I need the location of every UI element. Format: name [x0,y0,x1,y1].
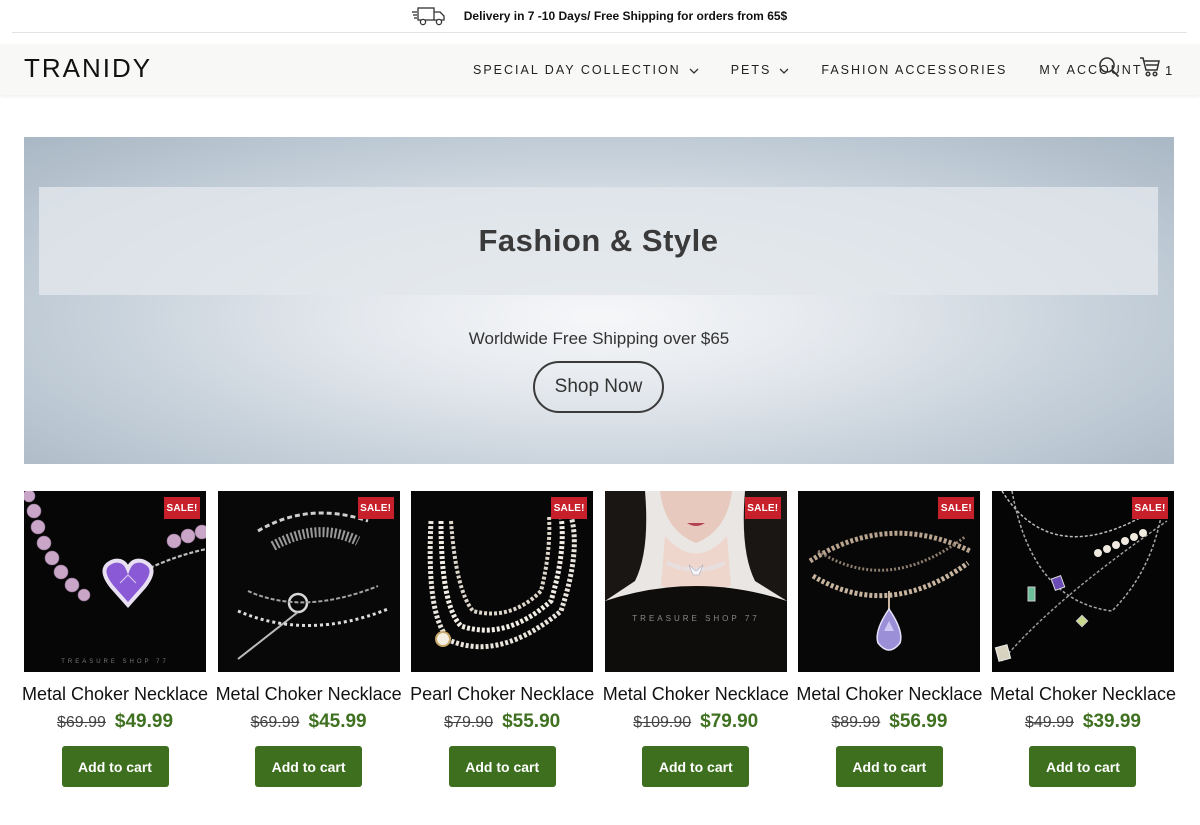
sale-price: $79.90 [700,711,759,732]
site-header: TRANIDY SPECIAL DAY COLLECTION PETS FASH… [0,44,1200,95]
product-title[interactable]: Pearl Choker Necklace [410,684,594,705]
cart-icon[interactable] [1139,56,1161,83]
sale-badge: SALE! [744,497,781,519]
nav-item-label: FASHION ACCESSORIES [821,62,1008,77]
old-price: $109.90 [633,714,692,731]
product-card: TREASURE SHOP 77 SALE! Metal Choker Neck… [22,491,208,787]
product-image[interactable]: TREASURE SHOP 77 SALE! [24,491,206,672]
cart-count: 1 [1165,63,1173,78]
sale-badge: SALE! [357,497,394,519]
product-title[interactable]: Metal Choker Necklace [22,684,208,705]
sale-price: $45.99 [308,711,367,732]
sale-badge: SALE! [1131,497,1168,519]
price-row: $89.99 $56.99 [831,711,947,733]
price-row: $109.90 $79.90 [633,711,758,733]
hero-subtitle: Worldwide Free Shipping over $65 [468,329,730,348]
product-image[interactable]: SALE! [411,491,594,672]
hero-title-band: Fashion & Style [39,187,1158,295]
sale-badge: SALE! [938,497,975,519]
product-image[interactable]: SALE! [798,491,981,672]
main-nav: SPECIAL DAY COLLECTION PETS FASHION ACCE… [473,44,1174,95]
nav-item-pets[interactable]: PETS [731,63,790,77]
sale-price: $56.99 [889,711,948,732]
product-grid: TREASURE SHOP 77 SALE! Metal Choker Neck… [22,491,1176,787]
product-image[interactable]: TREASURE SHOP 77 SALE! [604,491,787,672]
search-icon[interactable] [1098,56,1120,83]
product-image[interactable]: SALE! [217,491,400,672]
price-row: $69.99 $45.99 [251,711,367,733]
old-price: $49.99 [1024,714,1074,731]
add-to-cart-button[interactable]: Add to cart [61,746,169,787]
price-row: $49.99 $39.99 [1025,711,1141,733]
nav-item-label: MY ACCOUNT [1039,62,1143,77]
old-price: $69.99 [56,714,106,731]
hero-banner: Fashion & Style Worldwide Free Shipping … [24,137,1174,464]
add-to-cart-button[interactable]: Add to cart [255,746,363,787]
svg-text:TREASURE SHOP 77: TREASURE SHOP 77 [61,659,169,665]
product-title[interactable]: Metal Choker Necklace [990,684,1176,705]
product-title[interactable]: Metal Choker Necklace [603,684,789,705]
product-card: SALE! Metal Choker Necklace $69.99 $45.9… [216,491,402,787]
site-logo[interactable]: TRANIDY [24,53,152,84]
sale-badge: SALE! [164,497,200,519]
nav-item-special-day-collection[interactable]: SPECIAL DAY COLLECTION [473,63,699,77]
nav-item-label: SPECIAL DAY COLLECTION [473,62,681,77]
add-to-cart-button[interactable]: Add to cart [448,746,556,787]
price-row: $79.90 $55.90 [444,711,560,733]
product-card: SALE! Pearl Choker Necklace $79.90 $55.9… [410,491,594,787]
nav-item-fashion-accessories[interactable]: FASHION ACCESSORIES [821,63,1007,77]
product-title[interactable]: Metal Choker Necklace [796,684,982,705]
delivery-truck-icon [411,5,446,27]
sale-price: $49.99 [114,711,174,732]
old-price: $79.90 [444,714,494,731]
product-title[interactable]: Metal Choker Necklace [216,684,402,705]
sale-badge: SALE! [551,497,588,519]
svg-text:TREASURE SHOP 77: TREASURE SHOP 77 [632,614,759,623]
sale-price: $39.99 [1082,711,1141,732]
nav-item-label: PETS [730,62,772,77]
announcement-bar: Delivery in 7 -10 Days/ Free Shipping fo… [12,0,1187,33]
add-to-cart-button[interactable]: Add to cart [642,746,750,787]
price-row: $69.99 $49.99 [57,711,173,733]
product-card: SALE! Metal Choker Necklace $49.99 $39.9… [990,491,1176,787]
hero-title: Fashion & Style [478,223,719,258]
chevron-down-icon [779,63,789,77]
product-card: SALE! Metal Choker Necklace $89.99 $56.9… [796,491,982,787]
add-to-cart-button[interactable]: Add to cart [835,746,943,787]
sale-price: $55.90 [502,711,561,732]
chevron-down-icon [689,63,699,77]
old-price: $89.99 [831,714,881,731]
shop-now-button[interactable]: Shop Now [533,361,664,413]
old-price: $69.99 [250,714,300,731]
nav-item-my-account[interactable]: MY ACCOUNT [1039,63,1142,77]
product-card: TREASURE SHOP 77 SALE! Metal Choker Neck… [603,491,789,787]
product-image[interactable]: SALE! [991,491,1174,672]
announcement-text: Delivery in 7 -10 Days/ Free Shipping fo… [463,9,788,23]
add-to-cart-button[interactable]: Add to cart [1029,746,1137,787]
